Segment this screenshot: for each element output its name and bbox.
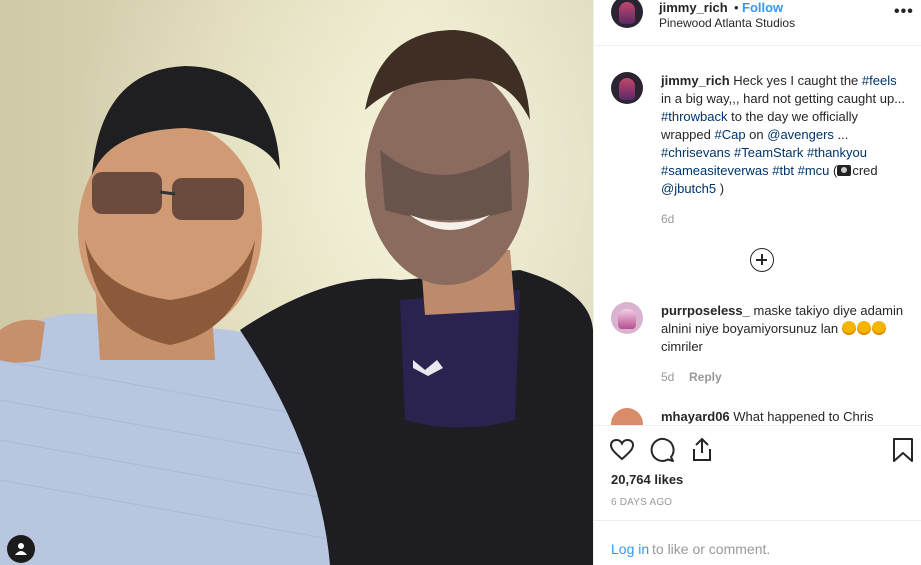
follow-button[interactable]: Follow xyxy=(742,0,783,15)
caption-hashtag-link[interactable]: #Cap xyxy=(714,127,745,142)
author-avatar[interactable] xyxy=(611,0,643,28)
author-username[interactable]: jimmy_rich xyxy=(659,0,728,15)
comment-body-tail: cimriler xyxy=(661,339,703,354)
comment-text: purrposeless_ maske takiyo diye adamin a… xyxy=(661,302,906,356)
caption-text-segment: ) xyxy=(716,181,725,196)
caption-text-segment: cred xyxy=(852,163,878,178)
plus-circle-icon[interactable] xyxy=(750,248,774,272)
caption-hashtag-link[interactable]: #feels xyxy=(862,73,897,88)
action-bar: 20,764 likes 6 DAYS AGO xyxy=(594,425,921,520)
login-prompt: Log in to like or comment. xyxy=(594,520,921,565)
caption-text-segment: on xyxy=(745,127,768,142)
caption-text: jimmy_rich Heck yes I caught the #feels … xyxy=(661,72,906,198)
caption-text-segment: ... xyxy=(833,127,849,142)
comment-age[interactable]: 5d xyxy=(661,370,674,384)
comment-username[interactable]: mhayard06 xyxy=(661,409,730,424)
caption-text-segment: in a big way,,, hard not getting caught … xyxy=(661,91,906,106)
camera-emoji-icon xyxy=(837,165,852,176)
comments-list[interactable]: jimmy_rich Heck yes I caught the #feels … xyxy=(594,47,921,425)
heart-icon[interactable] xyxy=(608,436,636,464)
reply-button[interactable]: Reply xyxy=(689,370,722,384)
comment-username[interactable]: purrposeless_ xyxy=(661,303,750,318)
commenter-avatar[interactable] xyxy=(611,408,643,425)
caption-hashtag-link[interactable]: @jbutch5 xyxy=(661,181,716,196)
post-sidebar: jimmy_rich • Follow Pinewood Atlanta Stu… xyxy=(593,0,921,565)
post-photo[interactable] xyxy=(0,0,593,565)
caption-avatar[interactable] xyxy=(611,72,643,104)
photo-scene xyxy=(0,30,593,565)
angry-emoji-icon xyxy=(841,321,887,336)
separator-dot: • xyxy=(734,0,739,15)
caption-hashtag-link[interactable]: @avengers xyxy=(767,127,834,142)
likes-count[interactable]: 20,764 likes xyxy=(611,472,683,487)
caption-age[interactable]: 6d xyxy=(661,212,674,226)
caption-text-segment: ( xyxy=(829,163,838,178)
bookmark-icon[interactable] xyxy=(889,436,917,464)
comment-body: What happened to Chris xyxy=(733,409,874,424)
caption-hashtag-link[interactable]: #tbt xyxy=(772,163,794,178)
caption-hashtag-link[interactable]: #thankyou xyxy=(807,145,867,160)
post-header: jimmy_rich • Follow Pinewood Atlanta Stu… xyxy=(594,0,921,46)
caption-hashtag-link[interactable]: #throwback xyxy=(661,109,727,124)
more-icon[interactable]: ••• xyxy=(894,3,914,21)
caption-hashtag-link[interactable]: #chrisevans xyxy=(661,145,730,160)
angry-emoji-icon xyxy=(841,321,856,335)
user-tag-icon[interactable] xyxy=(7,535,35,563)
share-icon[interactable] xyxy=(688,436,716,464)
caption-hashtag-link[interactable]: #sameasiteverwas xyxy=(661,163,769,178)
angry-emoji-icon xyxy=(871,321,886,335)
login-link[interactable]: Log in xyxy=(611,541,649,557)
post-timestamp[interactable]: 6 DAYS AGO xyxy=(611,497,672,508)
caption-hashtag-link[interactable]: #mcu xyxy=(798,163,830,178)
login-prompt-text: to like or comment. xyxy=(652,541,771,557)
post-location[interactable]: Pinewood Atlanta Studios xyxy=(659,16,795,30)
comment-icon[interactable] xyxy=(648,436,676,464)
angry-emoji-icon xyxy=(856,321,871,335)
comment-text: mhayard06 What happened to Chris xyxy=(661,408,906,425)
commenter-avatar[interactable] xyxy=(611,302,643,334)
caption-text-segment: Heck yes I caught the xyxy=(733,73,862,88)
caption-hashtag-link[interactable]: #TeamStark xyxy=(734,145,803,160)
caption-username[interactable]: jimmy_rich xyxy=(661,73,730,88)
